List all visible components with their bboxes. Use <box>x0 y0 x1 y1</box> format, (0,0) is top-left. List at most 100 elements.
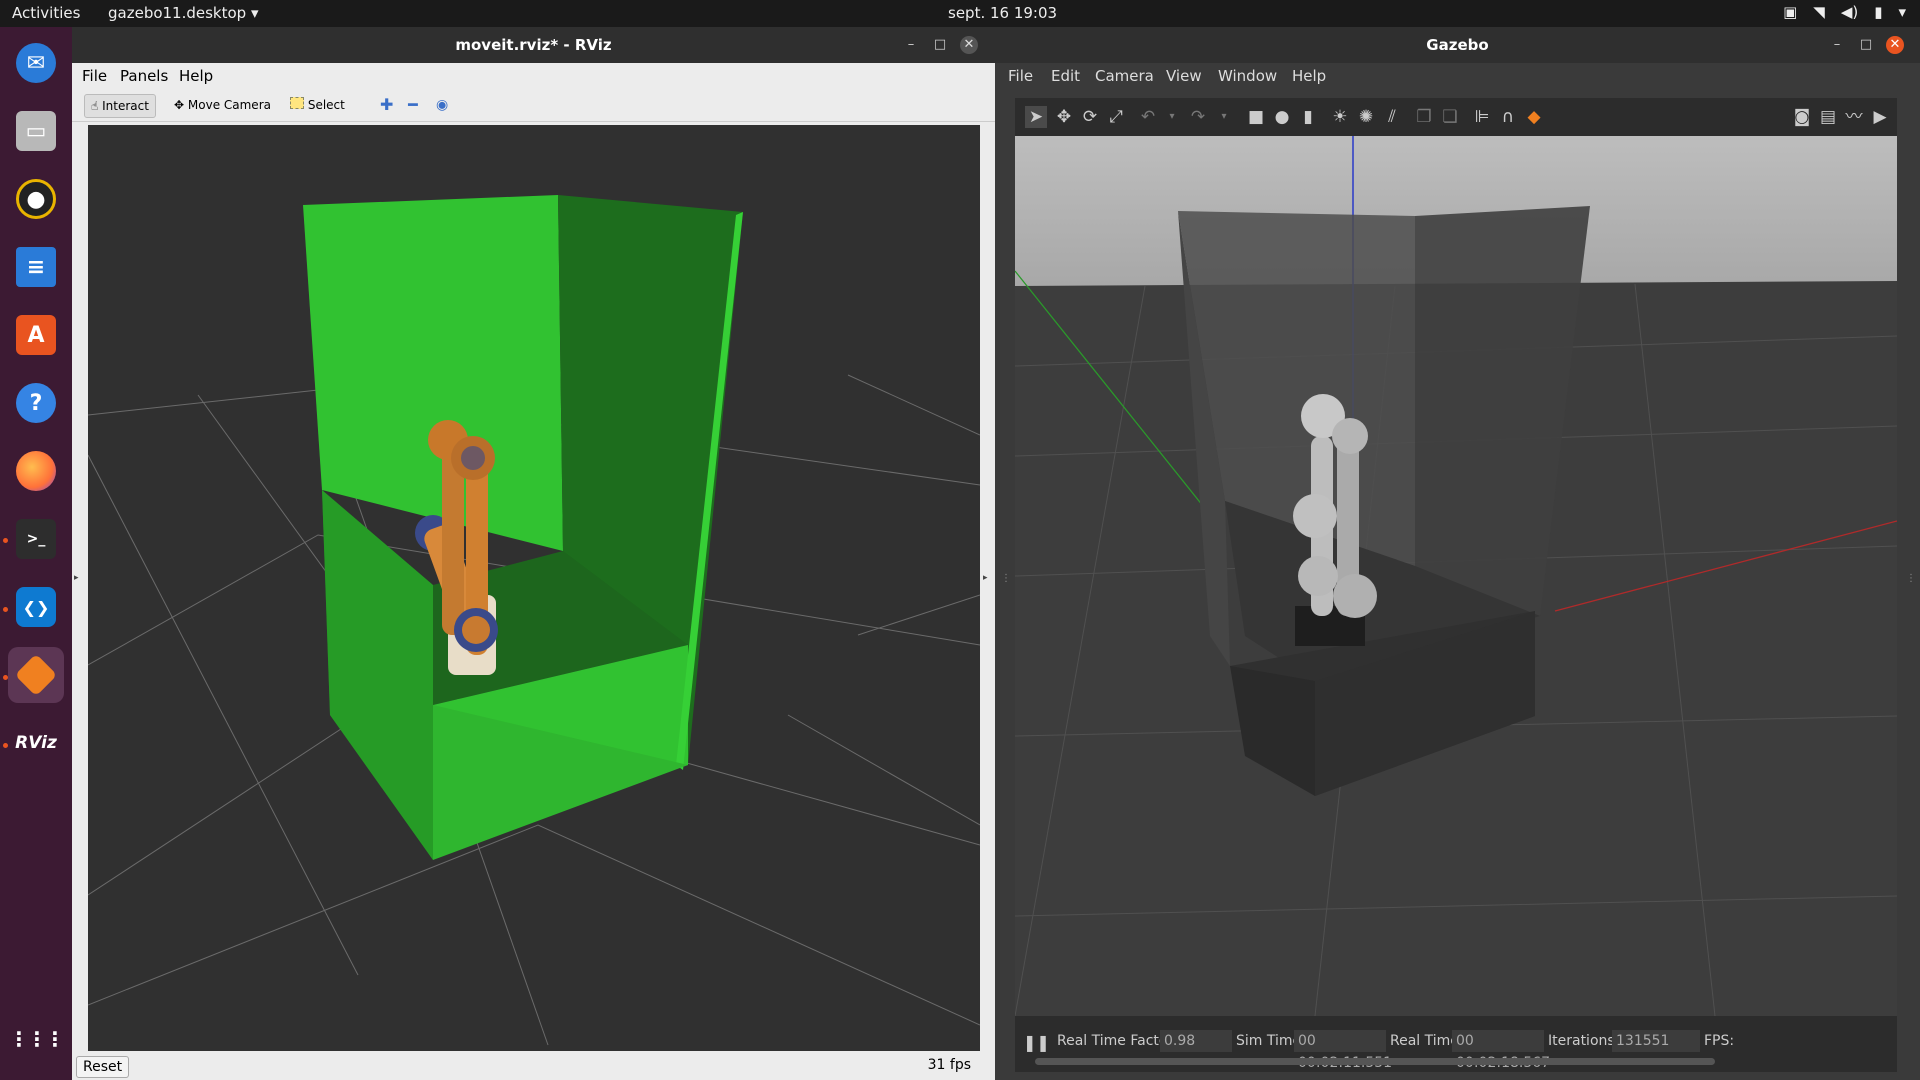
chevron-down-icon[interactable]: ▾ <box>1161 106 1183 128</box>
menu-view[interactable]: View <box>1166 67 1202 85</box>
minimize-button[interactable]: – <box>902 36 920 54</box>
screenshot-icon[interactable]: ◙ <box>1791 106 1813 128</box>
select-arrow-icon[interactable]: ➤ <box>1025 106 1047 128</box>
hand-icon: ☝ <box>91 99 99 113</box>
clock[interactable]: sept. 16 19:03 <box>948 4 1057 22</box>
cylinder-shape-icon[interactable]: ▮ <box>1297 106 1319 128</box>
record-video-icon[interactable]: ▶ <box>1869 106 1891 128</box>
rviz-window: moveit.rviz* - RViz – □ ✕ File Panels He… <box>72 27 995 1080</box>
view-angle-icon[interactable]: ◆ <box>1523 106 1545 128</box>
menu-help[interactable]: Help <box>179 67 213 85</box>
top-bar: Activities gazebo11.desktop ▾ sept. 16 1… <box>0 0 1920 27</box>
app-menu[interactable]: gazebo11.desktop ▾ <box>108 4 259 22</box>
dock-item-software[interactable]: A <box>8 307 64 363</box>
select-button[interactable]: Select <box>284 94 351 116</box>
dock-item-vscode[interactable]: ❮❯ <box>8 579 64 635</box>
window-title: moveit.rviz* - RViz <box>455 36 612 54</box>
rviz-statusbar: Reset 31 fps <box>72 1051 995 1080</box>
dock-item-rviz[interactable]: RViz <box>8 715 64 771</box>
point-light-icon[interactable]: ☀ <box>1329 106 1351 128</box>
add-tool-button[interactable]: ✚ <box>374 94 399 116</box>
dock-item-terminal[interactable]: >_ <box>8 511 64 567</box>
log-icon[interactable]: ▤ <box>1817 106 1839 128</box>
move-camera-button[interactable]: ✥ Move Camera <box>168 94 277 116</box>
pause-button[interactable]: ❚❚ <box>1023 1033 1050 1052</box>
gazebo-menubar: File Edit Camera View Window Help <box>995 63 1920 93</box>
gazebo-titlebar[interactable]: Gazebo – □ ✕ <box>995 27 1920 63</box>
sim-time-value: 00 00:02:11.551 <box>1294 1030 1392 1071</box>
chevron-down-icon: ▾ <box>1898 3 1906 21</box>
close-button[interactable]: ✕ <box>1886 36 1904 54</box>
gazebo-scene <box>1015 136 1897 1016</box>
move-camera-label: Move Camera <box>187 98 271 112</box>
menu-window[interactable]: Window <box>1218 67 1277 85</box>
fps-label: FPS: <box>1704 1033 1735 1049</box>
iterations-value: 131551 <box>1612 1030 1700 1052</box>
chevron-down-icon: ▾ <box>250 4 259 22</box>
dock-item-firefox[interactable] <box>8 443 64 499</box>
folder-icon: ▭ <box>16 111 56 151</box>
dock-item-rhythmbox[interactable]: ● <box>8 171 64 227</box>
sphere-shape-icon[interactable]: ● <box>1271 106 1293 128</box>
right-panel-handle[interactable]: ⋮ <box>1906 573 1916 584</box>
dock-item-files[interactable]: ▭ <box>8 103 64 159</box>
directional-light-icon[interactable]: ⫽ <box>1381 106 1403 128</box>
enclosure <box>1178 206 1590 796</box>
menu-camera[interactable]: Camera <box>1095 67 1154 85</box>
rviz-3d-viewport[interactable] <box>88 125 980 1051</box>
undo-icon[interactable]: ↶ <box>1137 106 1159 128</box>
dock-item-thunderbird[interactable]: ✉ <box>8 35 64 91</box>
dock-item-gazebo[interactable] <box>8 647 64 703</box>
maximize-button[interactable]: □ <box>1857 36 1875 54</box>
interact-button[interactable]: ☝ Interact <box>84 94 156 118</box>
eye-icon[interactable]: ◉ <box>430 94 454 116</box>
chevron-down-icon[interactable]: ▾ <box>1213 106 1235 128</box>
activities-button[interactable]: Activities <box>12 4 80 22</box>
document-icon: ≡ <box>16 247 56 287</box>
app-menu-label: gazebo11.desktop <box>108 4 247 22</box>
menu-panels[interactable]: Panels <box>120 67 168 85</box>
menu-file[interactable]: File <box>1008 67 1033 85</box>
gazebo-toolbar: ➤ ✥ ⟳ ⤢ ↶ ▾ ↷ ▾ ■ ● ▮ ☀ ✺ ⫽ ❐ ❏ ⊫ ∩ ◆ ◙ … <box>1015 98 1897 136</box>
left-panel-handle[interactable]: ⋮ <box>1001 573 1011 584</box>
apps-grid-icon: ⋮⋮⋮ <box>9 1027 65 1051</box>
rotate-icon[interactable]: ⟳ <box>1079 106 1101 128</box>
terminal-icon: >_ <box>16 519 56 559</box>
maximize-button[interactable]: □ <box>931 36 949 54</box>
snap-icon[interactable]: ∩ <box>1497 106 1519 128</box>
rviz-menubar: File Panels Help <box>72 63 995 89</box>
speaker-icon: ● <box>16 179 56 219</box>
dock: ✉ ▭ ● ≡ A ? >_ ❮❯ RViz ⋮⋮⋮ <box>0 27 72 1080</box>
show-apps-button[interactable]: ⋮⋮⋮ <box>8 1011 65 1067</box>
store-icon: A <box>16 315 56 355</box>
horizontal-scrollbar[interactable] <box>1035 1058 1715 1065</box>
copy-icon[interactable]: ❐ <box>1413 106 1435 128</box>
menu-help[interactable]: Help <box>1292 67 1326 85</box>
system-tray[interactable]: ▣ ◥ ◀) ▮ ▾ <box>1783 3 1906 21</box>
close-button[interactable]: ✕ <box>960 36 978 54</box>
plot-icon[interactable]: 〰 <box>1843 106 1865 128</box>
rviz-scene <box>88 125 980 1051</box>
reset-button[interactable]: Reset <box>76 1056 130 1078</box>
scale-icon[interactable]: ⤢ <box>1105 106 1127 128</box>
paste-icon[interactable]: ❏ <box>1439 106 1461 128</box>
menu-file[interactable]: File <box>82 67 107 85</box>
menu-edit[interactable]: Edit <box>1051 67 1080 85</box>
rviz-icon: RViz <box>15 733 57 753</box>
gazebo-3d-viewport[interactable] <box>1015 136 1897 1016</box>
collapse-left-icon[interactable]: ▸ <box>74 573 79 583</box>
spot-light-icon[interactable]: ✺ <box>1355 106 1377 128</box>
select-label: Select <box>307 98 345 112</box>
wifi-icon: ◥ <box>1813 3 1825 21</box>
real-time-value: 00 00:02:18.567 <box>1452 1030 1550 1071</box>
remove-tool-button[interactable]: ━ <box>402 94 424 116</box>
align-icon[interactable]: ⊫ <box>1471 106 1493 128</box>
box-shape-icon[interactable]: ■ <box>1245 106 1267 128</box>
redo-icon[interactable]: ↷ <box>1187 106 1209 128</box>
rviz-titlebar[interactable]: moveit.rviz* - RViz – □ ✕ <box>72 27 995 63</box>
dock-item-help[interactable]: ? <box>8 375 64 431</box>
dock-item-writer[interactable]: ≡ <box>8 239 64 295</box>
translate-icon[interactable]: ✥ <box>1053 106 1075 128</box>
minimize-button[interactable]: – <box>1828 36 1846 54</box>
collapse-right-icon[interactable]: ▸ <box>983 573 988 583</box>
